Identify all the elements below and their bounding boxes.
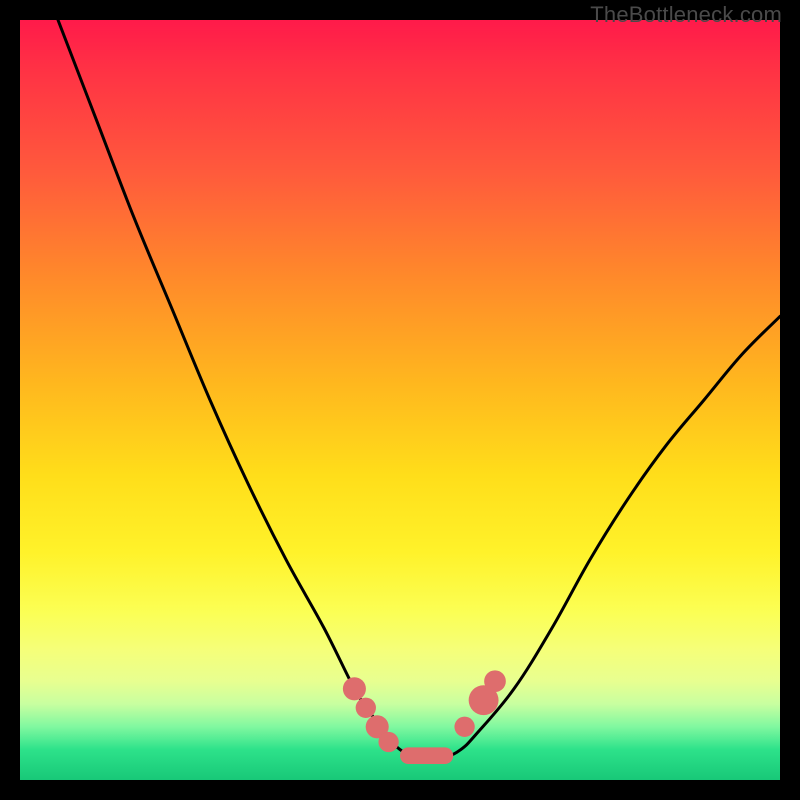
watermark-text: TheBottleneck.com bbox=[590, 2, 782, 28]
bottleneck-curve bbox=[58, 20, 780, 758]
chart-frame: TheBottleneck.com bbox=[0, 0, 800, 800]
curve-layer bbox=[20, 20, 780, 780]
plot-area bbox=[20, 20, 780, 780]
valley-marker-dot bbox=[484, 670, 506, 692]
valley-marker-dot bbox=[454, 717, 474, 737]
valley-marker-dot bbox=[378, 732, 398, 752]
valley-marker-dot bbox=[343, 677, 366, 700]
valley-marker-dot bbox=[366, 715, 389, 738]
valley-marker-dot bbox=[469, 685, 499, 715]
valley-marker-dot bbox=[356, 698, 376, 718]
valley-marker-bar bbox=[400, 747, 453, 764]
